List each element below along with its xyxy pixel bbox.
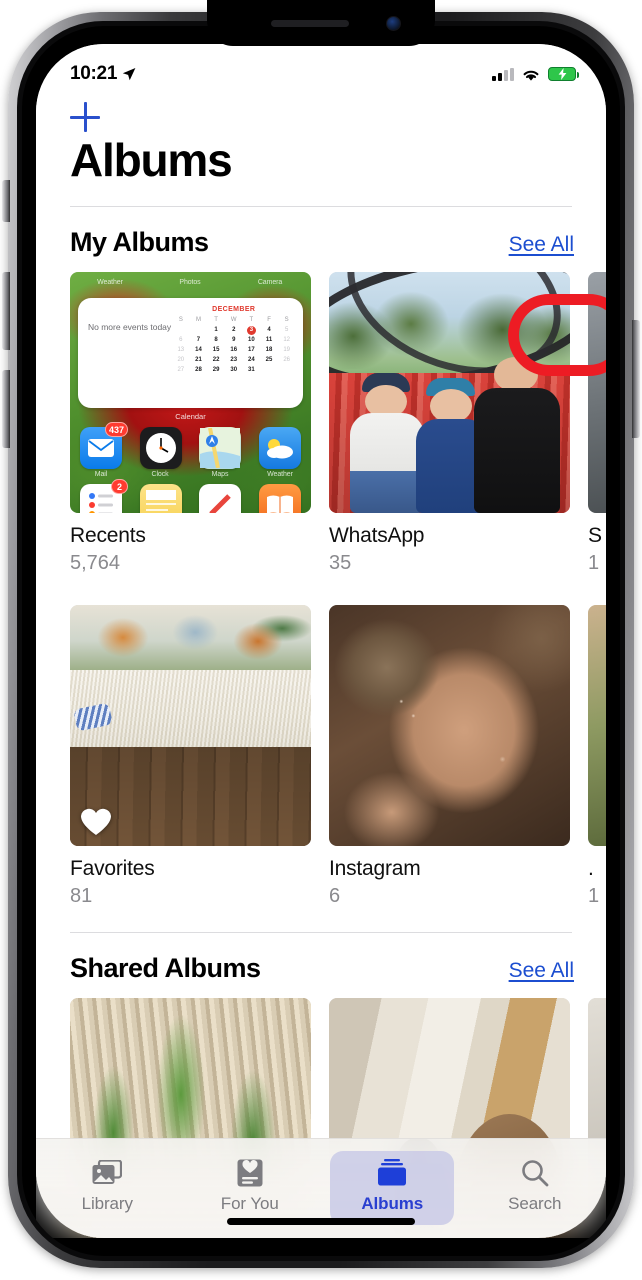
photo-stack-icon: [92, 1158, 123, 1188]
home-icon-row-2: 2: [80, 479, 301, 514]
hs-label-mail: Mail: [94, 471, 108, 479]
album-column-partial: S 1 . 1: [588, 272, 606, 906]
add-album-button[interactable]: [70, 102, 100, 132]
album-name: S: [588, 524, 602, 548]
album-count: 81: [70, 885, 93, 906]
status-time: 10:21: [70, 63, 118, 84]
tulip-garden-artwork: [329, 272, 570, 514]
hs-label-clock: Clock: [151, 471, 169, 479]
tab-library[interactable]: Library: [36, 1151, 179, 1214]
hs-label-maps: Maps: [211, 471, 229, 479]
tab-search[interactable]: Search: [464, 1151, 607, 1214]
album-count: 6: [329, 885, 341, 906]
home-indicator[interactable]: [227, 1218, 415, 1225]
my-albums-grid[interactable]: Weather Photos Camera No more events tod…: [36, 272, 606, 906]
tab-label: Albums: [361, 1194, 424, 1213]
power-button[interactable]: [632, 320, 640, 438]
sepia-closeup-artwork: [329, 605, 570, 847]
location-arrow-icon: [122, 68, 136, 81]
tab-for-you[interactable]: For You: [179, 1151, 322, 1214]
albums-folder-icon: [376, 1158, 408, 1188]
album-count: 1: [588, 885, 600, 906]
volume-down-button[interactable]: [2, 370, 10, 448]
album-cell-favorites[interactable]: Favorites 81: [70, 605, 311, 906]
tab-label: For You: [220, 1194, 279, 1213]
status-bar: 10:21: [36, 44, 606, 92]
status-bar-right: [492, 67, 579, 82]
album-count: 5,764: [70, 552, 121, 575]
device-stage: Albums My Albums See All Weather Photos …: [0, 0, 642, 1280]
books-app-icon: [258, 484, 301, 514]
album-cell-instagram[interactable]: Instagram 6: [329, 605, 570, 906]
photos-app-icon: [199, 484, 242, 514]
notes-app-icon: [139, 484, 182, 514]
album-name: WhatsApp: [329, 524, 425, 548]
shared-albums-section-header: Shared Albums See All: [36, 933, 606, 998]
partial-photo-fill: [588, 605, 606, 847]
album-name: .: [588, 857, 594, 881]
album-cell-recents[interactable]: Weather Photos Camera No more events tod…: [70, 272, 311, 575]
earpiece-speaker: [271, 19, 349, 27]
heart-icon: [81, 808, 111, 836]
device-bezel: Albums My Albums See All Weather Photos …: [22, 26, 620, 1256]
volume-up-button[interactable]: [2, 272, 10, 350]
album-column: Weather Photos Camera No more events tod…: [70, 272, 311, 906]
album-column: WhatsApp 35 Instagram 6: [329, 272, 570, 906]
hs-label-weather2: Weather: [267, 471, 293, 479]
battery-charging-icon: [548, 67, 579, 81]
shared-albums-see-all-link[interactable]: See All: [509, 959, 574, 983]
front-camera: [386, 16, 401, 31]
mute-switch[interactable]: [2, 180, 10, 222]
album-thumbnail-favorites[interactable]: [70, 605, 311, 847]
cellular-signal-icon: [492, 67, 514, 81]
tab-albums[interactable]: Albums: [321, 1151, 464, 1225]
page-title: Albums: [70, 133, 233, 186]
reminders-badge: 2: [111, 479, 128, 495]
album-cell-partial-1[interactable]: S 1: [588, 272, 606, 575]
wifi-icon: [523, 70, 539, 81]
album-cell-partial-2[interactable]: . 1: [588, 605, 606, 906]
my-albums-section-header: My Albums See All: [36, 207, 606, 272]
my-albums-title: My Albums: [70, 227, 209, 258]
album-name: Recents: [70, 524, 146, 548]
status-bar-left: 10:21: [70, 63, 136, 85]
heart-card-icon: [237, 1158, 263, 1188]
reminders-app-icon: 2: [80, 479, 128, 514]
album-name: Favorites: [70, 857, 155, 881]
tab-label: Library: [81, 1194, 133, 1213]
person-right: [473, 354, 561, 514]
album-count: 35: [329, 552, 352, 575]
album-thumbnail-partial[interactable]: [588, 272, 606, 514]
dinosaur-fabric: [70, 605, 311, 671]
album-name: Instagram: [329, 857, 421, 881]
tab-label: Search: [508, 1194, 562, 1213]
photos-app: Albums My Albums See All Weather Photos …: [36, 44, 606, 1238]
home-screen-artwork: Weather Photos Camera No more events tod…: [70, 272, 311, 514]
home-screen-row-labels: Mail Clock Maps Weather: [70, 272, 311, 513]
my-albums-see-all-link[interactable]: See All: [509, 233, 574, 257]
album-count: 1: [588, 552, 600, 575]
phone-screen: Albums My Albums See All Weather Photos …: [36, 44, 606, 1238]
search-icon: [521, 1158, 549, 1188]
album-thumbnail-partial[interactable]: [588, 605, 606, 847]
device-notch: [207, 0, 435, 46]
album-cell-whatsapp[interactable]: WhatsApp 35: [329, 272, 570, 575]
person-left: [348, 373, 425, 514]
album-thumbnail-whatsapp[interactable]: [329, 272, 570, 514]
sepia-speculars: [329, 605, 570, 847]
album-thumbnail-instagram[interactable]: [329, 605, 570, 847]
album-thumbnail-recents[interactable]: Weather Photos Camera No more events tod…: [70, 272, 311, 514]
partial-photo-fill: [588, 272, 606, 514]
shared-albums-title: Shared Albums: [70, 952, 261, 983]
